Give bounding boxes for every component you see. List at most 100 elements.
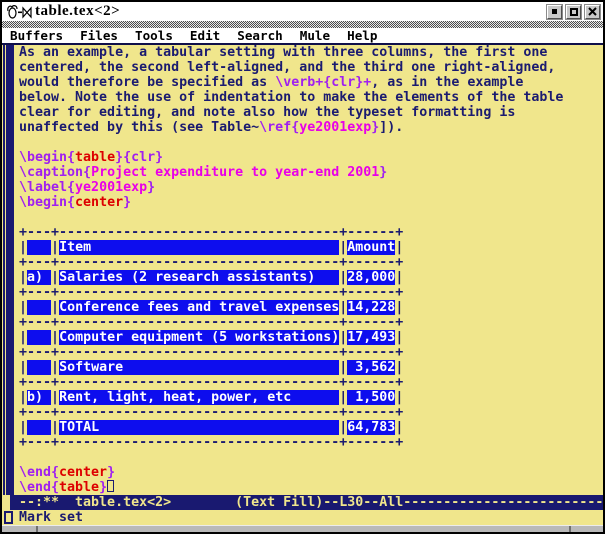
buffer-line[interactable]: unaffected by this (see Table~\ref{ye200…: [19, 120, 603, 135]
minimize-button[interactable]: [547, 5, 562, 19]
text-segment[interactable]: below. Note the use of indentation to ma…: [19, 90, 563, 105]
vertical-scrollbar-thumb[interactable]: [2, 45, 15, 495]
buffer-line[interactable]: \begin{center}: [19, 195, 603, 210]
text-segment[interactable]: |: [395, 390, 403, 405]
text-segment[interactable]: +---+-----------------------------------…: [19, 435, 403, 450]
buffer-line[interactable]: \begin{table}{clr}: [19, 150, 603, 165]
text-segment[interactable]: As an example, a tabular setting with th…: [19, 45, 547, 60]
close-button[interactable]: [585, 5, 600, 19]
menu-item-buffers[interactable]: Buffers: [10, 28, 63, 43]
table-cell-highlight[interactable]: [27, 420, 51, 435]
table-cell-highlight[interactable]: Salaries (2 research assistants): [59, 270, 339, 285]
buffer-line[interactable]: |b) |Rent, light, heat, power, etc | 1,5…: [19, 390, 603, 405]
table-cell-highlight[interactable]: 64,783: [347, 420, 395, 435]
buffer-line[interactable]: | |TOTAL |64,783|: [19, 420, 603, 435]
menu-item-edit[interactable]: Edit: [190, 28, 220, 43]
text-segment[interactable]: |: [51, 240, 59, 255]
text-segment[interactable]: +---+-----------------------------------…: [19, 405, 403, 420]
keyword-segment[interactable]: \label{: [19, 180, 75, 195]
text-segment[interactable]: |: [51, 270, 59, 285]
minibuffer[interactable]: Mark set: [2, 510, 603, 525]
text-segment[interactable]: |: [19, 420, 27, 435]
table-cell-highlight[interactable]: 14,228: [347, 300, 395, 315]
keyword-segment[interactable]: \verb+{clr}+: [275, 75, 371, 90]
table-cell-highlight[interactable]: Software: [59, 360, 339, 375]
buffer-line[interactable]: \end{table}: [19, 480, 603, 495]
keyword-segment[interactable]: }: [107, 465, 115, 480]
buffer-line[interactable]: +---+-----------------------------------…: [19, 435, 603, 450]
buffer-line[interactable]: +---+-----------------------------------…: [19, 315, 603, 330]
text-segment[interactable]: +---+-----------------------------------…: [19, 225, 403, 240]
menu-item-search[interactable]: Search: [237, 28, 283, 43]
environment-name-segment[interactable]: center: [75, 195, 123, 210]
table-cell-highlight[interactable]: [27, 360, 51, 375]
table-cell-highlight[interactable]: a): [27, 270, 51, 285]
buffer-line[interactable]: | |Item |Amount|: [19, 240, 603, 255]
keyword-segment[interactable]: }: [379, 165, 387, 180]
environment-name-segment[interactable]: table: [59, 480, 99, 495]
table-cell-highlight[interactable]: TOTAL: [59, 420, 339, 435]
table-cell-highlight[interactable]: [27, 330, 51, 345]
bottom-resize-border[interactable]: [2, 525, 603, 533]
keyword-segment[interactable]: }{clr}: [115, 150, 163, 165]
buffer-line[interactable]: | |Conference fees and travel expenses|1…: [19, 300, 603, 315]
text-segment[interactable]: +---+-----------------------------------…: [19, 345, 403, 360]
cursor[interactable]: [107, 480, 114, 492]
text-segment[interactable]: |: [51, 330, 59, 345]
text-segment[interactable]: |: [395, 240, 403, 255]
text-segment[interactable]: |: [19, 270, 27, 285]
text-segment[interactable]: |: [19, 390, 27, 405]
buffer-line[interactable]: +---+-----------------------------------…: [19, 285, 603, 300]
text-segment[interactable]: |: [51, 360, 59, 375]
keyword-segment[interactable]: \begin{: [19, 150, 75, 165]
text-segment[interactable]: |: [395, 300, 403, 315]
table-cell-highlight[interactable]: [27, 240, 51, 255]
text-segment[interactable]: +---+-----------------------------------…: [19, 375, 403, 390]
text-segment[interactable]: , as in the example: [371, 75, 523, 90]
text-segment[interactable]: +---+-----------------------------------…: [19, 315, 403, 330]
keyword-segment[interactable]: }: [147, 180, 155, 195]
text-segment[interactable]: would therefore be specified as: [19, 75, 275, 90]
buffer-line[interactable]: +---+-----------------------------------…: [19, 345, 603, 360]
buffer-line[interactable]: centered, the second left-aligned, and t…: [19, 60, 603, 75]
table-cell-highlight[interactable]: Rent, light, heat, power, etc: [59, 390, 339, 405]
table-cell-highlight[interactable]: 17,493: [347, 330, 395, 345]
text-segment[interactable]: |: [19, 360, 27, 375]
buffer-line[interactable]: |a) |Salaries (2 research assistants) |2…: [19, 270, 603, 285]
buffer-line[interactable]: | |Computer equipment (5 workstations)|1…: [19, 330, 603, 345]
text-segment[interactable]: |: [395, 270, 403, 285]
buffer-line[interactable]: As an example, a tabular setting with th…: [19, 45, 603, 60]
text-segment[interactable]: centered, the second left-aligned, and t…: [19, 60, 555, 75]
string-segment[interactable]: ye2001exp: [299, 120, 371, 135]
text-area[interactable]: As an example, a tabular setting with th…: [19, 45, 603, 495]
buffer-line[interactable]: +---+-----------------------------------…: [19, 375, 603, 390]
buffer-line[interactable]: +---+-----------------------------------…: [19, 405, 603, 420]
table-cell-highlight[interactable]: b): [27, 390, 51, 405]
keyword-segment[interactable]: \begin{: [19, 195, 75, 210]
text-segment[interactable]: |: [51, 390, 59, 405]
string-segment[interactable]: Project expenditure to year-end 2001: [91, 165, 379, 180]
text-segment[interactable]: |: [51, 300, 59, 315]
mode-line[interactable]: --:** table.tex<2> (Text Fill)--L30--All…: [10, 495, 603, 510]
menu-item-help[interactable]: Help: [347, 28, 377, 43]
menu-item-mule[interactable]: Mule: [300, 28, 330, 43]
resize-grip-right[interactable]: [569, 526, 571, 533]
maximize-button[interactable]: [566, 5, 581, 19]
buffer-line[interactable]: \end{center}: [19, 465, 603, 480]
title-bar[interactable]: table.tex<2>: [2, 2, 603, 21]
keyword-segment[interactable]: }: [123, 195, 131, 210]
text-segment[interactable]: |: [19, 330, 27, 345]
text-segment[interactable]: |: [51, 420, 59, 435]
buffer-line[interactable]: [19, 450, 603, 465]
menu-item-files[interactable]: Files: [80, 28, 118, 43]
keyword-segment[interactable]: \end{: [19, 480, 59, 495]
table-cell-highlight[interactable]: Amount: [347, 240, 395, 255]
table-cell-highlight[interactable]: Conference fees and travel expenses: [59, 300, 339, 315]
keyword-segment[interactable]: \caption{: [19, 165, 91, 180]
table-cell-highlight[interactable]: 28,000: [347, 270, 395, 285]
text-segment[interactable]: |: [395, 330, 403, 345]
table-cell-highlight[interactable]: 1,500: [347, 390, 395, 405]
table-cell-highlight[interactable]: Item: [59, 240, 339, 255]
keyword-segment[interactable]: \end{: [19, 465, 59, 480]
menu-item-tools[interactable]: Tools: [135, 28, 173, 43]
